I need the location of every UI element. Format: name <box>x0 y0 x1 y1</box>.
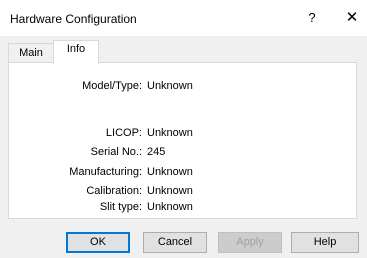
info-row-slit-type: Slit type: Unknown <box>9 201 358 216</box>
cancel-button[interactable]: Cancel <box>143 232 207 253</box>
help-icon[interactable]: ? <box>301 9 323 27</box>
info-panel: Model/Type: Unknown LICOP: Unknown Seria… <box>8 62 357 219</box>
info-row-manufacturing: Manufacturing: Unknown <box>9 166 358 181</box>
licop-value: Unknown <box>147 127 193 139</box>
info-row-licop: LICOP: Unknown <box>9 127 358 142</box>
slit-type-label: Slit type: <box>99 201 142 213</box>
tab-main[interactable]: Main <box>8 43 54 62</box>
close-icon[interactable]: ✕ <box>341 9 363 27</box>
title-bar: Hardware Configuration ? ✕ <box>0 0 367 36</box>
model-type-label: Model/Type: <box>82 80 142 92</box>
calibration-value: Unknown <box>147 185 193 197</box>
manufacturing-value: Unknown <box>147 166 193 178</box>
licop-label: LICOP: <box>105 127 142 139</box>
info-row-model-type: Model/Type: Unknown <box>9 80 358 95</box>
info-row-calibration: Calibration: Unknown <box>9 185 358 200</box>
help-button[interactable]: Help <box>291 232 359 253</box>
calibration-label: Calibration: <box>86 185 142 197</box>
serial-no-value: 245 <box>147 146 166 158</box>
ok-button[interactable]: OK <box>66 232 130 253</box>
apply-button[interactable]: Apply <box>218 232 282 253</box>
serial-no-label: Serial No.: <box>90 146 142 158</box>
model-type-value: Unknown <box>147 80 193 92</box>
dialog-body: Main Info Model/Type: Unknown LICOP: Unk… <box>0 36 367 258</box>
manufacturing-label: Manufacturing: <box>69 166 142 178</box>
slit-type-value: Unknown <box>147 201 193 213</box>
window-title: Hardware Configuration <box>10 12 137 26</box>
tab-info[interactable]: Info <box>53 40 99 64</box>
info-row-serial-no: Serial No.: 245 <box>9 146 358 161</box>
